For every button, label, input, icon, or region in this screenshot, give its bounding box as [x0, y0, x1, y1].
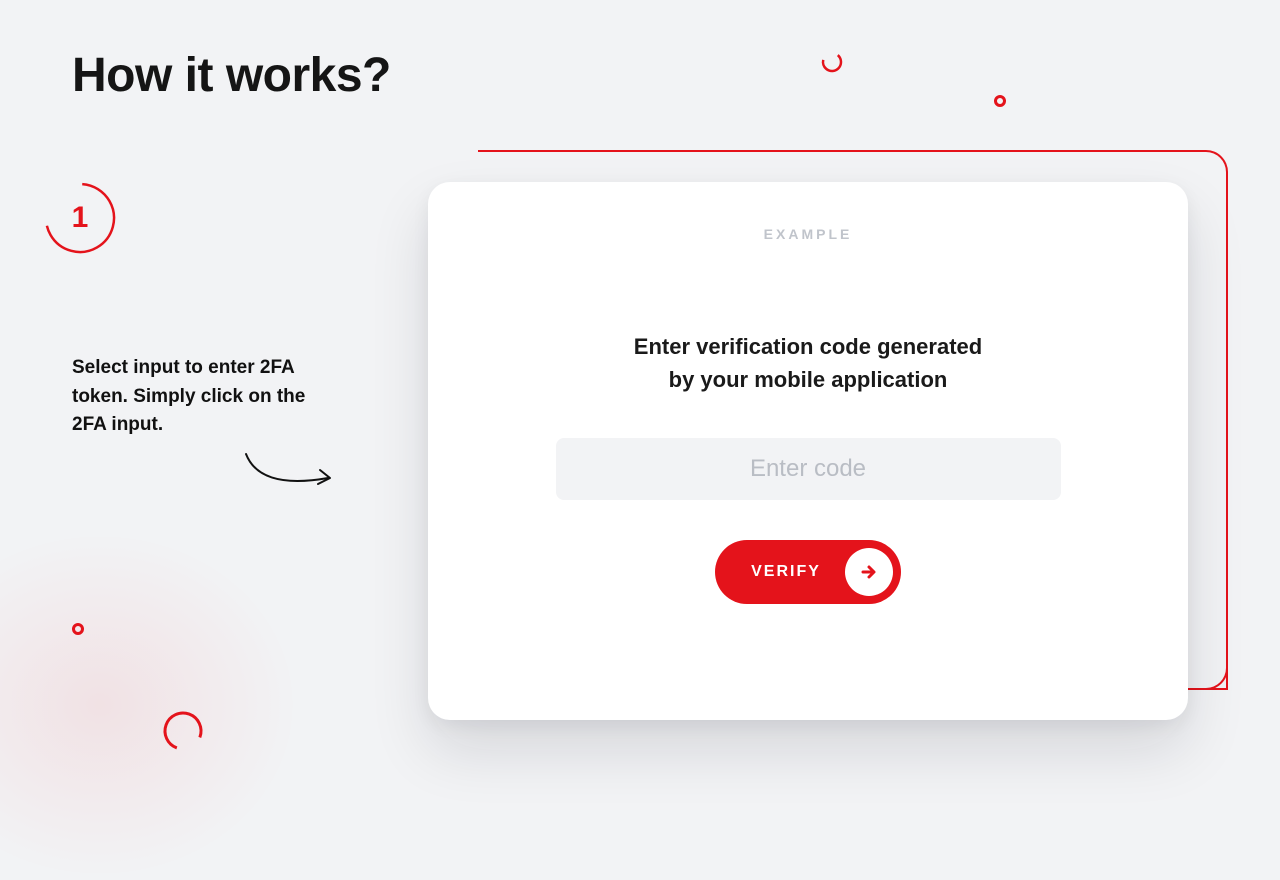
code-input[interactable] [556, 438, 1061, 500]
decorative-frame [1206, 668, 1228, 690]
spinner-icon [820, 50, 844, 74]
example-card: EXAMPLE Enter verification code generate… [428, 182, 1188, 720]
verify-button-label: VERIFY [751, 563, 821, 581]
background-glow [0, 530, 300, 880]
step-description: Select input to enter 2FA token. Simply … [72, 354, 322, 440]
decorative-frame [1226, 176, 1228, 690]
page-heading: How it works? [72, 48, 391, 103]
example-badge: EXAMPLE [764, 226, 853, 242]
instruction-line: Enter verification code generated [634, 334, 982, 359]
dot-icon [994, 95, 1006, 107]
instruction-text: Enter verification code generated by you… [634, 330, 982, 396]
step-number: 1 [42, 180, 118, 256]
arrow-right-icon [845, 548, 893, 596]
arrow-curve-icon [242, 450, 337, 498]
instruction-line: by your mobile application [669, 367, 948, 392]
step-indicator: 1 [42, 180, 118, 256]
dot-icon [72, 623, 84, 635]
verify-button[interactable]: VERIFY [715, 540, 901, 604]
decorative-frame [478, 150, 1228, 182]
spinner-icon [160, 708, 206, 754]
